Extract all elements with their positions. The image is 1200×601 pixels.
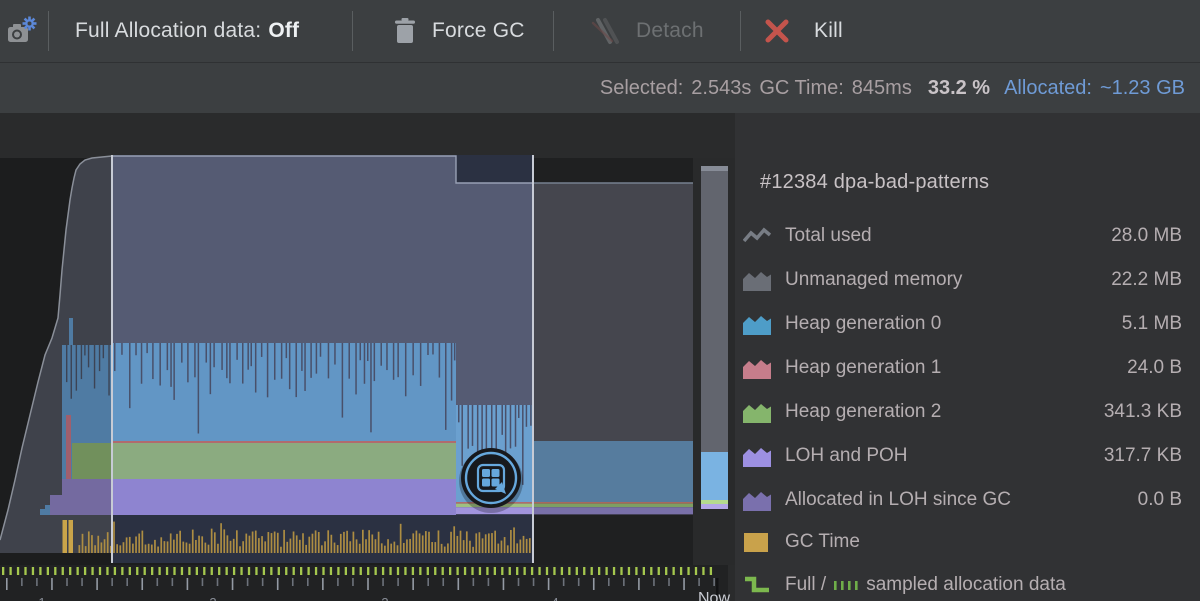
legend-row-heap-generation-2[interactable]: Heap generation 2 341.3 KB: [735, 390, 1200, 434]
gc-percent-value: 33.2 %: [928, 77, 990, 100]
memory-profiler-window: Full Allocation data: Off Force GC: [0, 0, 1200, 601]
full-allocation-toggle[interactable]: Full Allocation data: Off: [75, 0, 299, 62]
legend-value: 0.0 B: [1138, 489, 1182, 511]
sampled-dashes-icon: [834, 580, 858, 591]
toolbar-separator: [553, 11, 554, 51]
toolbar: Full Allocation data: Off Force GC: [0, 0, 1200, 63]
full-allocation-value: Off: [268, 19, 299, 43]
legend-label: Heap generation 0: [785, 313, 941, 335]
process-title: #12384 dpa-bad-patterns: [760, 171, 989, 194]
legend-row-heap-generation-0[interactable]: Heap generation 0 5.1 MB: [735, 302, 1200, 346]
timeline-svg[interactable]: 1 2 3 4 Now: [0, 113, 735, 601]
force-gc-button[interactable]: Force GC: [392, 0, 525, 62]
force-gc-label: Force GC: [432, 19, 525, 43]
profiler-camera-gear-icon[interactable]: [4, 0, 40, 62]
legend-label: Heap generation 2: [785, 401, 941, 423]
legend-label: Unmanaged memory: [785, 269, 962, 291]
detach-icon: [588, 15, 620, 47]
time-axis-label: 2: [209, 595, 216, 601]
full-allocation-label: Full Allocation data:: [75, 19, 261, 43]
series-area-icon: [743, 357, 771, 379]
legend-value: 28.0 MB: [1111, 225, 1182, 247]
legend-label: GC Time: [785, 531, 860, 553]
legend-panel: #12384 dpa-bad-patterns Total used 28.0 M…: [735, 113, 1200, 601]
legend-row-gc-time[interactable]: GC Time: [735, 520, 1200, 564]
legend-label-suffix: sampled allocation data: [866, 574, 1066, 596]
legend-row-unmanaged-memory[interactable]: Unmanaged memory 22.2 MB: [735, 258, 1200, 302]
series-area-icon: [743, 313, 771, 335]
series-square-icon: [743, 531, 771, 553]
get-snapshot-button[interactable]: [460, 447, 522, 509]
detach-label: Detach: [636, 19, 704, 43]
selected-label: Selected:: [600, 77, 683, 100]
series-area-icon: [743, 445, 771, 467]
selection-stats-bar: Selected: 2.543s GC Time: 845ms 33.2 % A…: [0, 63, 1200, 113]
kill-x-icon: [762, 16, 792, 46]
legend-label: Heap generation 1: [785, 357, 941, 379]
legend-row-allocated-in-loh-since-gc[interactable]: Allocated in LOH since GC 0.0 B: [735, 478, 1200, 522]
memory-timeline-chart[interactable]: 1 2 3 4 Now: [0, 113, 735, 601]
legend-label-prefix: Full /: [785, 574, 826, 596]
time-axis-label: 4: [551, 595, 558, 601]
allocated-value: ~1.23 GB: [1100, 77, 1185, 100]
legend-value: 22.2 MB: [1111, 269, 1182, 291]
series-area-icon: [743, 269, 771, 291]
series-area-icon: [743, 401, 771, 423]
legend-label: Total used: [785, 225, 872, 247]
series-step-icon: [743, 574, 771, 596]
time-axis-label: 1: [38, 595, 45, 601]
kill-label: Kill: [814, 19, 843, 43]
legend-value: 341.3 KB: [1104, 401, 1182, 423]
trash-icon: [392, 16, 418, 46]
now-label: Now: [698, 590, 730, 601]
legend-row-heap-generation-1[interactable]: Heap generation 1 24.0 B: [735, 346, 1200, 390]
selected-value: 2.543s: [691, 77, 751, 100]
toolbar-separator: [740, 11, 741, 51]
legend-value: 5.1 MB: [1122, 313, 1182, 335]
series-line-icon: [743, 225, 771, 247]
legend-row-loh-and-poh[interactable]: LOH and POH 317.7 KB: [735, 434, 1200, 478]
toolbar-separator: [352, 11, 353, 51]
legend-row-full-sampled-allocation-data[interactable]: Full / sampled allocation data: [735, 563, 1200, 601]
detach-button: Detach: [588, 0, 704, 62]
legend-label: LOH and POH: [785, 445, 908, 467]
kill-button[interactable]: Kill: [762, 0, 843, 62]
legend-label: Allocated in LOH since GC: [785, 489, 1011, 511]
series-area-icon: [743, 489, 771, 511]
legend-row-total-used[interactable]: Total used 28.0 MB: [735, 214, 1200, 258]
gc-time-value: 845ms: [852, 77, 912, 100]
time-axis-label: 3: [381, 595, 388, 601]
gc-time-label: GC Time:: [759, 77, 843, 100]
allocated-label: Allocated:: [1004, 77, 1092, 100]
legend-value: 317.7 KB: [1104, 445, 1182, 467]
toolbar-separator: [48, 11, 49, 51]
legend-value: 24.0 B: [1127, 357, 1182, 379]
